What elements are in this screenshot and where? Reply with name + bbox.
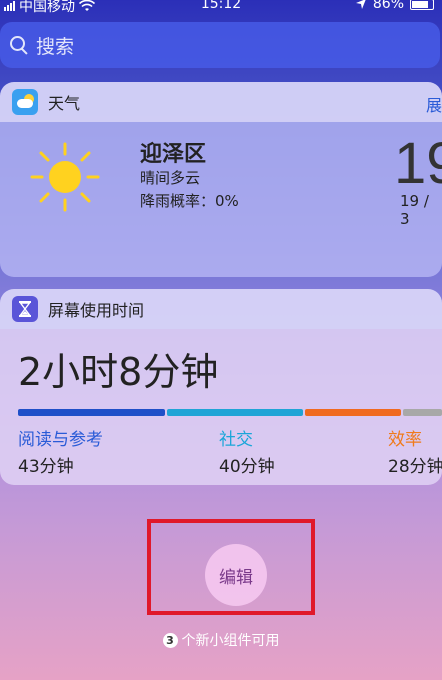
current-temperature: 19	[394, 131, 442, 196]
status-bar: 中国移动 15:12 86%	[0, 0, 442, 15]
category-duration: 40分钟	[219, 457, 275, 477]
usage-bar-segment	[166, 409, 304, 416]
usage-bar-segment	[402, 409, 442, 416]
status-right: 86%	[355, 0, 434, 12]
category-duration: 43分钟	[18, 457, 74, 477]
category-reading: 阅读与参考 43分钟	[18, 425, 103, 477]
category-duration: 28分钟	[388, 457, 442, 477]
battery-percent: 86%	[372, 0, 404, 12]
new-widgets-count-badge: 3	[162, 632, 178, 648]
search-icon	[10, 36, 28, 54]
location-arrow-icon	[355, 0, 366, 9]
expand-button[interactable]: 展	[426, 92, 442, 116]
usage-bar	[18, 409, 442, 416]
weather-widget-title: 天气	[48, 94, 81, 113]
new-widgets-text: 个新小组件可用	[181, 633, 280, 649]
screen-time-widget-header: 屏幕使用时间	[0, 289, 442, 329]
screen-time-widget[interactable]: 屏幕使用时间 2小时8分钟 阅读与参考 43分钟 社交 40分钟 效率 28分钟	[0, 289, 442, 485]
sun-icon	[30, 142, 100, 212]
search-placeholder: 搜索	[36, 35, 75, 58]
screen-time-body: 2小时8分钟 阅读与参考 43分钟 社交 40分钟 效率 28分钟	[0, 329, 442, 485]
usage-bar-segment	[305, 409, 401, 416]
category-name: 阅读与参考	[18, 430, 103, 450]
hourglass-icon	[12, 296, 38, 322]
edit-button[interactable]: 编辑	[205, 544, 267, 606]
category-name: 社交	[219, 430, 253, 450]
usage-bar-segment	[18, 409, 165, 416]
temperature-range: 19 / 3	[400, 192, 429, 228]
screen-time-widget-title: 屏幕使用时间	[48, 301, 145, 320]
category-social: 社交 40分钟	[219, 425, 275, 477]
rain-chance: 降雨概率：0%	[140, 192, 239, 210]
weather-widget[interactable]: 天气 展 迎泽区 晴间多云 降雨概率：0% 19 19 / 3	[0, 82, 442, 277]
weather-widget-header: 天气 展	[0, 82, 442, 122]
weather-condition: 晴间多云	[140, 169, 201, 187]
battery-icon	[410, 0, 434, 10]
search-bar[interactable]: 搜索	[0, 22, 440, 68]
weather-body: 迎泽区 晴间多云 降雨概率：0% 19 19 / 3	[0, 122, 442, 277]
new-widgets-notice[interactable]: 3 个新小组件可用	[0, 630, 442, 650]
category-productivity: 效率 28分钟	[388, 425, 442, 477]
category-name: 效率	[388, 430, 422, 450]
weather-location: 迎泽区	[140, 142, 207, 167]
total-screen-time: 2小时8分钟	[18, 350, 219, 394]
weather-app-icon	[12, 89, 38, 115]
